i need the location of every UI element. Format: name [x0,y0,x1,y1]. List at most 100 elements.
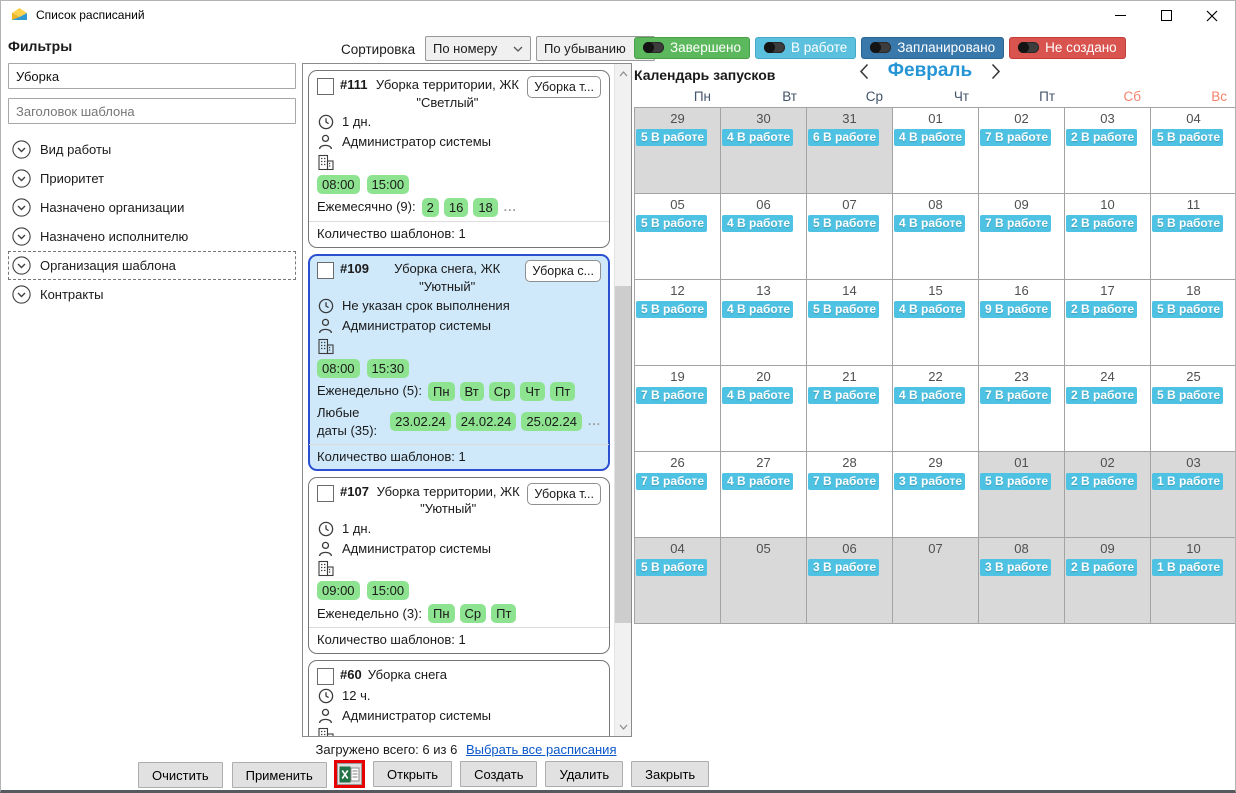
template-title-input[interactable] [8,98,296,124]
calendar-day-cell[interactable]: 19 7 В работе [635,366,721,452]
in-progress-badge: 5 В работе [808,215,879,232]
calendar-day-cell[interactable]: 23 7 В работе [979,366,1065,452]
calendar-day-cell[interactable]: 03 2 В работе [1065,108,1151,194]
calendar-day-cell[interactable]: 21 7 В работе [807,366,893,452]
calendar-day-cell[interactable]: 30 4 В работе [721,108,807,194]
calendar-day-cell[interactable]: 08 3 В работе [979,538,1065,624]
scroll-up-icon[interactable] [615,65,631,82]
card-checkbox[interactable] [317,262,334,279]
legend-toggle-button[interactable]: Запланировано [861,37,1004,59]
calendar-day-cell[interactable]: 08 4 В работе [893,194,979,280]
filter-expander[interactable]: Контракты [8,280,296,309]
card-templates-count: Количество шаблонов: 1 [317,447,601,466]
card-assignee: Администратор системы [342,317,491,335]
close-list-button[interactable]: Закрыть [631,761,709,787]
export-excel-button[interactable] [337,763,362,785]
sort-field-dropdown[interactable]: По номеру [425,36,531,61]
select-all-link[interactable]: Выбрать все расписания [466,742,617,757]
in-progress-badge: 2 В работе [1066,129,1137,146]
rule-ellipsis: ... [588,413,601,430]
open-button[interactable]: Открыть [373,761,452,787]
calendar-day-cell[interactable]: 31 6 В работе [807,108,893,194]
card-tag-button[interactable]: Уборка т... [527,76,601,98]
calendar-day-cell[interactable]: 09 7 В работе [979,194,1065,280]
card-checkbox[interactable] [317,78,334,95]
schedule-card[interactable]: #111 Уборка территории, ЖК "Светлый" Убо… [308,70,610,248]
schedule-card[interactable]: #107 Уборка территории, ЖК "Уютный" Убор… [308,477,610,655]
calendar-day-cell[interactable]: 25 5 В работе [1151,366,1236,452]
minimize-button[interactable] [1097,1,1143,30]
close-button[interactable] [1189,1,1235,30]
calendar-day-cell[interactable]: 07 [893,538,979,624]
calendar-day-cell[interactable]: 16 9 В работе [979,280,1065,366]
card-templates-count: Количество шаблонов: 1 [317,630,601,649]
legend-toggle-button[interactable]: В работе [755,37,856,59]
calendar-day-cell[interactable]: 20 4 В работе [721,366,807,452]
work-type-search-input[interactable] [8,63,296,89]
calendar-day-cell[interactable]: 29 3 В работе [893,452,979,538]
filter-expanders: Вид работы Приоритет Назначено организац… [8,135,296,309]
calendar-day-cell[interactable]: 13 4 В работе [721,280,807,366]
calendar-day-cell[interactable]: 06 3 В работе [807,538,893,624]
calendar-day-cell[interactable]: 09 2 В работе [1065,538,1151,624]
calendar-day-cell[interactable]: 11 5 В работе [1151,194,1236,280]
filter-expander[interactable]: Назначено исполнителю [8,222,296,251]
calendar-day-cell[interactable]: 02 2 В работе [1065,452,1151,538]
calendar-day-cell[interactable]: 04 5 В работе [635,538,721,624]
calendar-day-cell[interactable]: 28 7 В работе [807,452,893,538]
schedule-card[interactable]: #109 Уборка снега, ЖК "Уютный" Уборка с.… [308,254,610,471]
calendar-day-cell[interactable]: 29 5 В работе [635,108,721,194]
calendar-day-cell[interactable]: 14 5 В работе [807,280,893,366]
calendar-day-cell[interactable]: 10 2 В работе [1065,194,1151,280]
calendar-day-cell[interactable]: 03 1 В работе [1151,452,1236,538]
clear-filters-button[interactable]: Очистить [138,762,223,788]
close-icon [1206,10,1218,22]
calendar-day-cell[interactable]: 01 5 В работе [979,452,1065,538]
calendar-day-cell[interactable]: 17 2 В работе [1065,280,1151,366]
create-button[interactable]: Создать [460,761,537,787]
filter-expander[interactable]: Назначено организации [8,193,296,222]
calendar-day-cell[interactable]: 24 2 В работе [1065,366,1151,452]
in-progress-badge: 5 В работе [1152,387,1223,404]
filter-expander[interactable]: Вид работы [8,135,296,164]
card-tag-button[interactable]: Уборка с... [525,260,601,282]
in-progress-badge: 4 В работе [894,387,965,404]
calendar-day-cell[interactable]: 22 4 В работе [893,366,979,452]
apply-filters-button[interactable]: Применить [232,762,327,788]
calendar-date: 04 [1151,111,1236,126]
calendar-day-cell[interactable]: 02 7 В работе [979,108,1065,194]
calendar-date: 15 [893,283,978,298]
next-month-button[interactable] [989,61,1003,82]
schedule-card[interactable]: #60 Уборка снега 12 ч. Администратор сис… [308,660,610,736]
scrollbar-thumb[interactable] [615,286,631,623]
calendar-day-cell[interactable]: 15 4 В работе [893,280,979,366]
card-tag-button[interactable]: Уборка т... [527,483,601,505]
calendar-day-cell[interactable]: 05 [721,538,807,624]
calendar-day-cell[interactable]: 04 5 В работе [1151,108,1236,194]
filter-expander[interactable]: Приоритет [8,164,296,193]
calendar-day-cell[interactable]: 01 4 В работе [893,108,979,194]
legend-toggle-button[interactable]: Завершено [634,37,750,59]
card-checkbox[interactable] [317,485,334,502]
calendar-day-cell[interactable]: 27 4 В работе [721,452,807,538]
calendar-day-cell[interactable]: 12 5 В работе [635,280,721,366]
prev-month-button[interactable] [857,61,871,82]
calendar-day-cell[interactable]: 10 1 В работе [1151,538,1236,624]
maximize-button[interactable] [1143,1,1189,30]
delete-button[interactable]: Удалить [545,761,623,787]
filter-expander[interactable]: Организация шаблона [8,251,296,280]
card-checkbox[interactable] [317,668,334,685]
calendar-day-cell[interactable]: 05 5 В работе [635,194,721,280]
calendar-day-cell[interactable]: 06 4 В работе [721,194,807,280]
scroll-down-icon[interactable] [615,718,631,735]
card-title: Уборка снега, ЖК "Уютный" [375,260,520,296]
calendar-day-cell[interactable]: 26 7 В работе [635,452,721,538]
legend-toggle-button[interactable]: Не создано [1009,37,1126,59]
card-separator [309,221,609,222]
rule-label: Ежемесячно (9): [317,198,416,216]
card-schedule-rule: Еженедельно (5): ПнВтСрЧтПт [317,382,601,401]
list-scrollbar[interactable] [614,64,631,736]
calendar-day-cell[interactable]: 07 5 В работе [807,194,893,280]
calendar-day-cell[interactable]: 18 5 В работе [1151,280,1236,366]
card-title: Уборка территории, ЖК "Уютный" [375,483,521,519]
